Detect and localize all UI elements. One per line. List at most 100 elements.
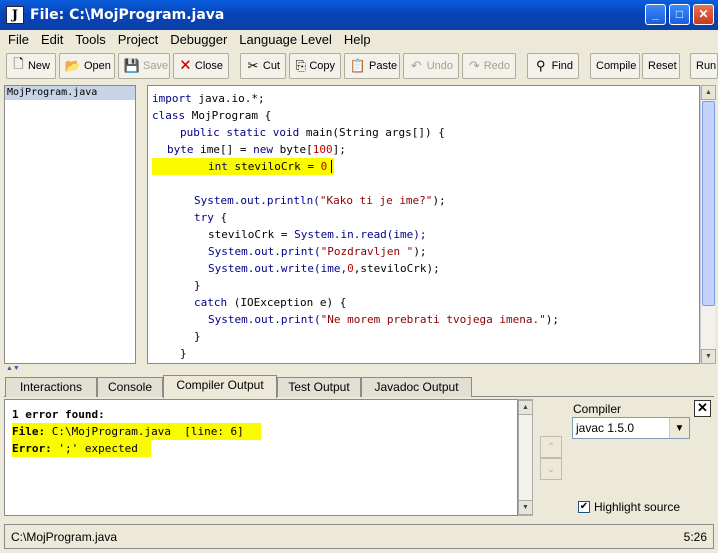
tab-console[interactable]: Console: [97, 377, 163, 397]
cut-button[interactable]: ✂ Cut: [240, 53, 286, 79]
code-line: try {: [194, 211, 228, 224]
open-button[interactable]: 📂 Open: [59, 53, 115, 79]
close-file-button[interactable]: 🗙 Close: [173, 53, 229, 79]
window-title: File: C:\MojProgram.java: [30, 7, 225, 23]
undo-button[interactable]: ↶ Undo: [403, 53, 459, 79]
highlight-source-label: Highlight source: [594, 500, 681, 514]
tab-javadoc-output[interactable]: Javadoc Output: [361, 377, 472, 397]
close-label: Close: [194, 60, 223, 72]
clipboard-icon: 📋: [349, 58, 367, 73]
error-value: ';' expected: [58, 442, 138, 455]
menu-file[interactable]: File: [0, 32, 35, 47]
code-line: System.out.write(ime,0,steviloCrk);: [208, 262, 440, 275]
close-pane-icon[interactable]: ✕: [694, 400, 711, 417]
open-label: Open: [84, 60, 111, 72]
code-line: System.out.println("Kako ti je ime?");: [194, 194, 446, 207]
paste-label: Paste: [369, 60, 398, 72]
code-line: System.out.print("Pozdravljen ");: [208, 245, 427, 258]
compiler-select[interactable]: javac 1.5.0 ▼: [572, 417, 690, 439]
code-line: }: [180, 347, 187, 360]
horizontal-splitter[interactable]: ▲▼: [0, 364, 718, 374]
tab-interactions[interactable]: Interactions: [5, 377, 97, 397]
code-editor[interactable]: import java.io.*; class MojProgram { pub…: [147, 85, 700, 364]
file-value: C:\MojProgram.java [line: 6]: [51, 425, 244, 438]
close-file-icon: 🗙: [180, 56, 191, 71]
save-button[interactable]: 💾 Save: [118, 53, 170, 79]
reset-label: Reset: [648, 60, 677, 72]
scroll-up-arrow-icon[interactable]: ▲: [518, 400, 533, 415]
menu-help[interactable]: Help: [338, 32, 377, 47]
run-button[interactable]: Run: [690, 53, 718, 79]
reset-button[interactable]: Reset: [642, 53, 680, 79]
run-label: Run: [696, 60, 717, 72]
scroll-down-arrow-icon[interactable]: ▼: [518, 500, 533, 515]
code-line: byte ime[] = new byte[100];: [167, 143, 346, 156]
error-navigation: ⌃ ⌄: [540, 436, 562, 482]
error-file-line[interactable]: File: C:\MojProgram.java [line: 6]: [12, 423, 261, 440]
compiler-output-pane[interactable]: 1 error found: File: C:\MojProgram.java …: [4, 399, 518, 516]
file-list-item[interactable]: MojProgram.java: [5, 86, 135, 100]
folder-open-icon: 📂: [64, 58, 82, 73]
drjava-app-icon: J: [6, 6, 24, 24]
code-line: int steviloCrk = 0: [208, 160, 328, 173]
new-label: New: [27, 60, 50, 72]
undo-label: Undo: [426, 60, 453, 72]
compile-button[interactable]: Compile: [590, 53, 640, 79]
minimize-button[interactable]: _: [645, 4, 666, 25]
tab-compiler-output[interactable]: Compiler Output: [163, 375, 277, 398]
output-vertical-scrollbar[interactable]: ▲ ▼: [518, 399, 533, 516]
code-line: }: [194, 279, 201, 292]
scrollbar-thumb[interactable]: [702, 101, 715, 306]
find-button[interactable]: ⚲ Find: [527, 53, 579, 79]
compile-label: Compile: [596, 60, 637, 72]
menu-debugger[interactable]: Debugger: [164, 32, 233, 47]
text-caret: [331, 160, 332, 173]
bottom-tabs: Interactions Console Compiler Output Tes…: [4, 375, 714, 398]
tab-test-output[interactable]: Test Output: [277, 377, 361, 397]
redo-label: Redo: [483, 60, 510, 72]
next-error-button[interactable]: ⌄: [540, 458, 562, 480]
code-line: }: [194, 330, 201, 343]
toolbar: 🗋 New 📂 Open 💾 Save 🗙 Close ✂ Cut ⎘ Copy 📋 Past…: [0, 50, 718, 82]
chevron-down-icon[interactable]: ▼: [669, 418, 689, 438]
compiler-label: Compiler: [573, 402, 622, 416]
menu-bar: File Edit Tools Project Debugger Languag…: [0, 30, 718, 49]
paste-button[interactable]: 📋 Paste: [344, 53, 400, 79]
copy-icon: ⎘: [295, 58, 306, 73]
open-files-list: MojProgram.java: [4, 85, 136, 364]
cut-label: Cut: [262, 60, 280, 72]
close-window-button[interactable]: ✕: [693, 4, 714, 25]
menu-language-level[interactable]: Language Level: [233, 32, 338, 47]
code-line: class MojProgram {: [152, 109, 272, 122]
compiler-value: javac 1.5.0: [576, 421, 635, 435]
redo-button[interactable]: ↷ Redo: [462, 53, 516, 79]
code-line: public static void main(String args[]) {: [180, 126, 445, 139]
splitter-arrows-icon[interactable]: ▲▼: [6, 365, 20, 372]
previous-error-button[interactable]: ⌃: [540, 436, 562, 458]
title-bar: J File: C:\MojProgram.java _ □ ✕: [0, 0, 718, 30]
new-button[interactable]: 🗋 New: [6, 53, 56, 79]
find-label: Find: [551, 60, 573, 72]
save-label: Save: [143, 60, 169, 72]
status-bar: C:\MojProgram.java 5:26: [4, 524, 714, 549]
menu-edit[interactable]: Edit: [35, 32, 69, 47]
scissors-icon: ✂: [247, 58, 259, 73]
scroll-down-arrow-icon[interactable]: ▼: [701, 349, 716, 364]
error-summary: 1 error found:: [12, 408, 105, 421]
highlight-source-checkbox[interactable]: ✔: [578, 501, 590, 513]
code-line: catch (IOException e) {: [194, 296, 347, 309]
scroll-up-arrow-icon[interactable]: ▲: [701, 85, 716, 100]
menu-project[interactable]: Project: [112, 32, 164, 47]
vertical-splitter[interactable]: [136, 85, 146, 364]
editor-vertical-scrollbar[interactable]: ▲ ▼: [700, 85, 716, 364]
menu-tools[interactable]: Tools: [69, 32, 111, 47]
cursor-position: 5:26: [683, 529, 707, 544]
file-label: File:: [12, 425, 46, 438]
undo-icon: ↶: [410, 58, 422, 73]
error-label: Error:: [12, 442, 52, 455]
save-icon: 💾: [123, 58, 141, 73]
error-message-line[interactable]: Error: ';' expected: [12, 440, 151, 457]
copy-label: Copy: [309, 60, 335, 72]
copy-button[interactable]: ⎘ Copy: [289, 53, 341, 79]
maximize-button[interactable]: □: [669, 4, 690, 25]
